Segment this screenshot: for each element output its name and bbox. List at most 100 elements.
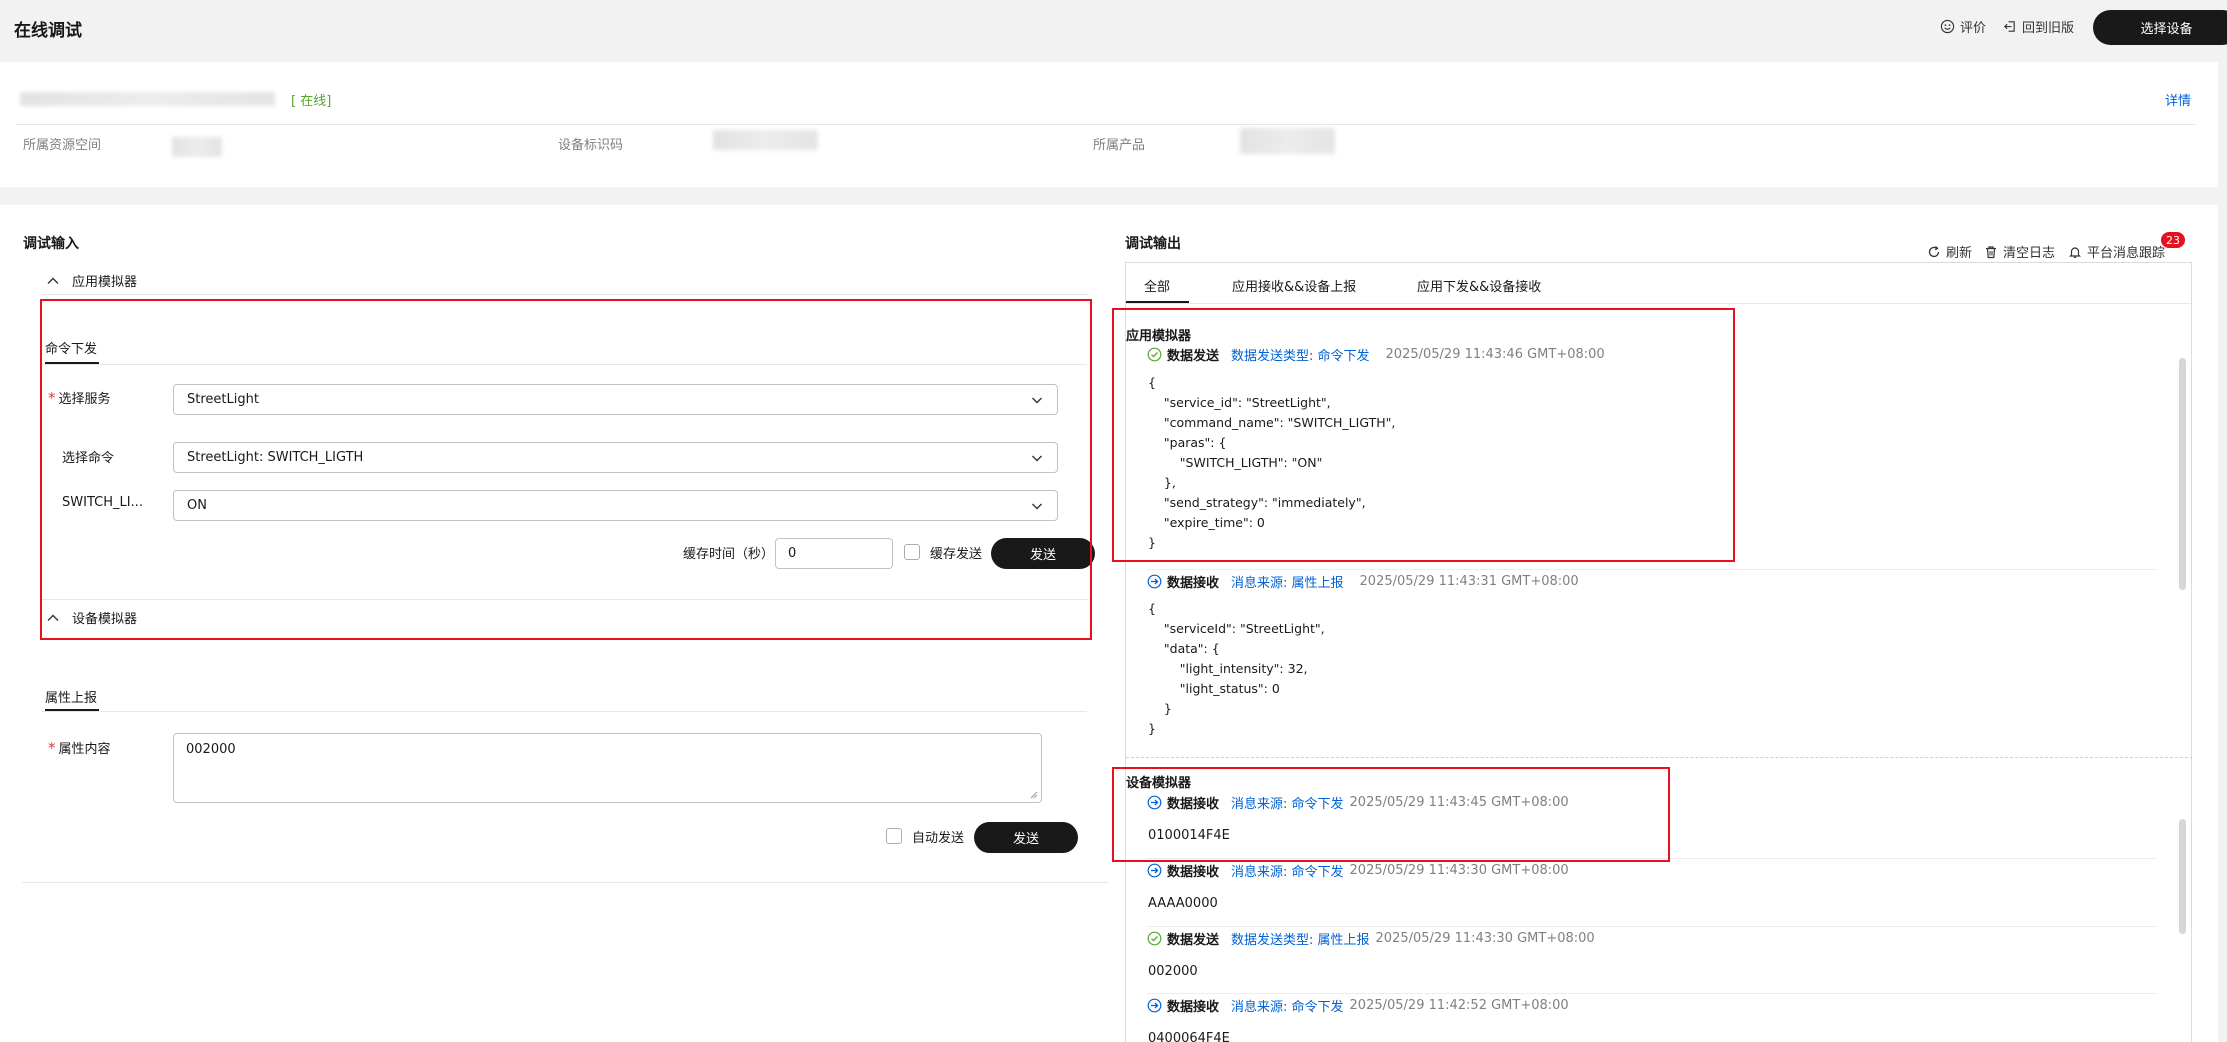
app-log-scrollbar[interactable] bbox=[2179, 358, 2186, 590]
message-trace-button[interactable]: 平台消息跟踪 bbox=[2068, 242, 2165, 261]
tab-command-send[interactable]: 命令下发 bbox=[45, 338, 97, 357]
detail-link[interactable]: 详情 bbox=[2165, 90, 2191, 109]
divider bbox=[1147, 926, 2157, 927]
divider bbox=[1147, 993, 2157, 994]
property-content-value: 002000 bbox=[186, 742, 236, 757]
refresh-button[interactable]: 刷新 bbox=[1927, 242, 1972, 261]
property-send-button[interactable]: 发送 bbox=[974, 822, 1078, 853]
old-version-link[interactable]: 回到旧版 bbox=[2002, 17, 2074, 36]
device-info-card: [ 在线] 详情 所属资源空间 设备标识码 所属产品 bbox=[0, 62, 2218, 187]
trash-icon bbox=[1986, 245, 1996, 258]
app-simulator-label: 应用模拟器 bbox=[72, 275, 138, 290]
device-id-value-redacted bbox=[713, 130, 818, 150]
auto-send-checkbox[interactable] bbox=[886, 828, 902, 844]
divider bbox=[22, 882, 1109, 883]
log-entry-body: { "service_id": "StreetLight", "command_… bbox=[1148, 375, 1396, 550]
rate-link[interactable]: 评价 bbox=[1940, 17, 1986, 36]
refresh-icon bbox=[1928, 245, 1940, 257]
log-entry-header: 数据接收 消息来源: 命令下发 2025/05/29 11:43:45 GMT+… bbox=[1147, 793, 1569, 812]
smile-icon bbox=[1940, 19, 1955, 34]
chevron-up-icon bbox=[47, 277, 59, 284]
auto-send-label: 自动发送 bbox=[912, 831, 965, 846]
clear-log-label: 清空日志 bbox=[2003, 246, 2056, 261]
resource-space-value-redacted bbox=[172, 137, 222, 157]
page-header: 在线调试 评价 回到旧版 选择设备 bbox=[0, 0, 2227, 60]
app-simulator-toggle[interactable]: 应用模拟器 bbox=[46, 271, 137, 290]
input-section-title: 调试输入 bbox=[23, 236, 79, 252]
trace-count-badge: 23 bbox=[2161, 232, 2185, 248]
service-select[interactable]: StreetLight bbox=[173, 384, 1058, 415]
param-select[interactable]: ON bbox=[173, 490, 1058, 521]
log-entry-header: 数据接收 消息来源: 属性上报 2025/05/29 11:43:31 GMT+… bbox=[1147, 572, 1579, 591]
log-entry-payload: 0400064F4E bbox=[1148, 1031, 1230, 1042]
arrow-circle-icon bbox=[1147, 795, 1162, 810]
command-select-value: StreetLight: SWITCH_LIGTH bbox=[187, 450, 364, 465]
device-name-redacted bbox=[20, 92, 275, 106]
service-field-label: * 选择服务 bbox=[48, 389, 111, 407]
divider bbox=[42, 364, 1087, 365]
tab-all[interactable]: 全部 bbox=[1144, 276, 1170, 295]
log-entry-header: 数据接收 消息来源: 命令下发 2025/05/29 11:43:30 GMT+… bbox=[1147, 861, 1569, 880]
log-entry-header: 数据接收 消息来源: 命令下发 2025/05/29 11:42:52 GMT+… bbox=[1147, 996, 1569, 1015]
cache-send-label: 缓存发送 bbox=[930, 547, 983, 562]
tab-property-report[interactable]: 属性上报 bbox=[45, 687, 97, 706]
check-circle-icon bbox=[1147, 347, 1162, 362]
device-simulator-toggle[interactable]: 设备模拟器 bbox=[46, 608, 137, 627]
arrow-circle-icon bbox=[1147, 998, 1162, 1013]
chevron-up-icon bbox=[47, 614, 59, 621]
required-mark: * bbox=[48, 739, 56, 757]
divider bbox=[42, 711, 1087, 712]
debug-main-panel: 调试输入 应用模拟器 命令下发 * 选择服务 StreetLight 选择命令 S… bbox=[0, 205, 2218, 1042]
device-id-label: 设备标识码 bbox=[558, 138, 624, 153]
output-section-title: 调试输出 bbox=[1125, 236, 1181, 252]
divider bbox=[42, 599, 1089, 600]
divider bbox=[42, 294, 1089, 295]
card-divider bbox=[16, 124, 2196, 125]
required-mark: * bbox=[48, 389, 56, 407]
param-select-value: ON bbox=[187, 498, 207, 513]
page-title: 在线调试 bbox=[14, 21, 82, 41]
cache-time-label: 缓存时间（秒） bbox=[683, 547, 775, 562]
log-entry-payload: 002000 bbox=[1148, 964, 1198, 979]
cache-time-input[interactable]: 0 bbox=[775, 538, 893, 569]
chevron-down-icon bbox=[1032, 455, 1042, 462]
arrow-circle-icon bbox=[1147, 574, 1162, 589]
divider bbox=[1147, 858, 2157, 859]
service-select-value: StreetLight bbox=[187, 392, 259, 407]
property-content-label: * 属性内容 bbox=[48, 739, 111, 757]
divider bbox=[1147, 569, 2157, 570]
command-field-label: 选择命令 bbox=[62, 451, 115, 466]
divider bbox=[1126, 303, 2191, 304]
tab-app-send-device-receive[interactable]: 应用下发&&设备接收 bbox=[1417, 276, 1541, 295]
device-simulator-group-title: 设备模拟器 bbox=[1126, 776, 1192, 791]
resize-grip-icon[interactable] bbox=[1030, 791, 1038, 799]
log-entry-body: { "serviceId": "StreetLight", "data": { … bbox=[1148, 601, 1325, 736]
chevron-down-icon bbox=[1032, 503, 1042, 510]
product-label: 所属产品 bbox=[1093, 138, 1146, 153]
select-device-button[interactable]: 选择设备 bbox=[2093, 10, 2227, 45]
log-entry-header: 数据发送 数据发送类型: 命令下发 2025/05/29 11:43:46 GM… bbox=[1147, 345, 1605, 364]
command-select[interactable]: StreetLight: SWITCH_LIGTH bbox=[173, 442, 1058, 473]
param-field-label: SWITCH_LI... bbox=[62, 495, 143, 510]
arrow-circle-icon bbox=[1147, 863, 1162, 878]
log-entry-header: 数据发送 数据发送类型: 属性上报 2025/05/29 11:43:30 GM… bbox=[1147, 929, 1595, 948]
cache-send-checkbox[interactable] bbox=[904, 544, 920, 560]
device-simulator-label: 设备模拟器 bbox=[72, 612, 138, 627]
old-version-label: 回到旧版 bbox=[2022, 21, 2075, 36]
log-entry-payload: AAAA0000 bbox=[1148, 896, 1218, 911]
device-log-scrollbar[interactable] bbox=[2179, 819, 2186, 934]
log-entry-payload: 0100014F4E bbox=[1148, 828, 1230, 843]
message-trace-label: 平台消息跟踪 bbox=[2087, 246, 2166, 261]
resource-space-label: 所属资源空间 bbox=[23, 138, 102, 153]
rate-label: 评价 bbox=[1960, 21, 1987, 36]
exit-icon bbox=[2004, 21, 2015, 32]
check-circle-icon bbox=[1147, 931, 1162, 946]
refresh-label: 刷新 bbox=[1946, 246, 1973, 261]
app-simulator-group-title: 应用模拟器 bbox=[1126, 329, 1192, 344]
tab-app-receive-device-report[interactable]: 应用接收&&设备上报 bbox=[1232, 276, 1356, 295]
property-content-textarea[interactable]: 002000 bbox=[173, 733, 1042, 803]
clear-log-button[interactable]: 清空日志 bbox=[1984, 242, 2055, 261]
output-log-panel: 全部 应用接收&&设备上报 应用下发&&设备接收 应用模拟器 数据发送 数据发送… bbox=[1125, 262, 2192, 1042]
chevron-down-icon bbox=[1032, 397, 1042, 404]
command-send-button[interactable]: 发送 bbox=[991, 538, 1095, 569]
